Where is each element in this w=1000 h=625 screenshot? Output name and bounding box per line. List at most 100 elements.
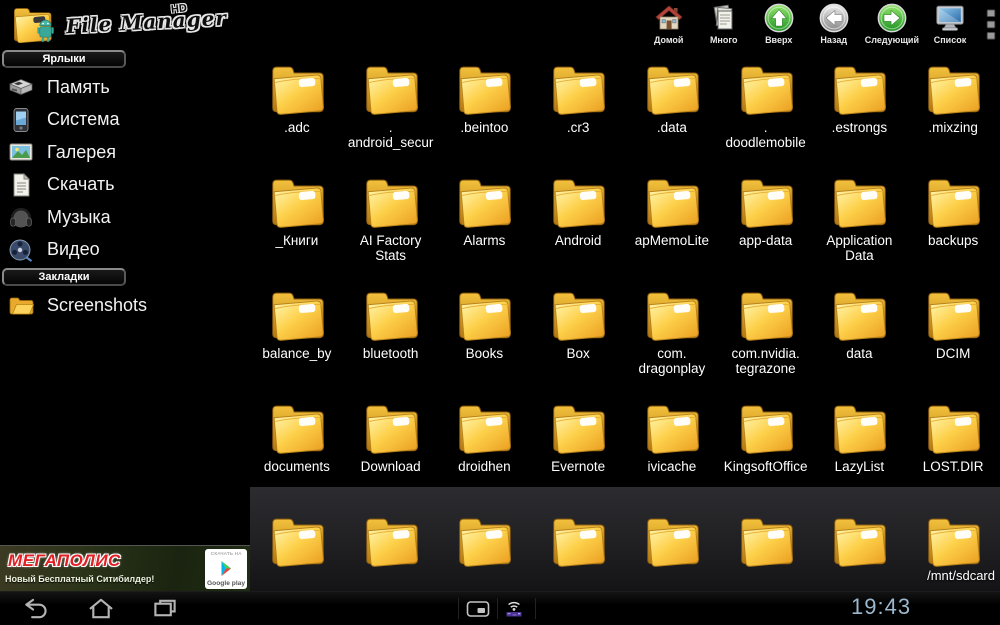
folder-label-line: Android [555,233,602,248]
folder-item[interactable]: Download [344,394,438,507]
toolbar-multi-button[interactable]: Много [698,2,750,45]
folder-label-line: ivicache [647,459,696,474]
folder-icon [639,58,705,119]
sidebar-item-download[interactable]: Скачать [0,169,250,202]
folder-label: LazyList [835,459,885,474]
folder-item[interactable]: bluetooth [344,281,438,394]
clock[interactable]: 19:43 [851,594,911,620]
folder-item[interactable]: _Книги [250,168,344,281]
folder-label-line: balance_by [262,346,331,361]
folder-item[interactable]: .beintoo [438,55,532,168]
toolbar-list-button[interactable]: Список [924,2,976,45]
folder-item[interactable] [813,507,907,592]
folder-icon [264,397,330,458]
sidebar-item-system[interactable]: Система [0,104,250,137]
sidebar-item-memory[interactable]: Память [0,71,250,104]
folder-item[interactable]: .doodlemobile [719,55,813,168]
folder-label-line: . [348,120,434,135]
folder-item[interactable]: .cr3 [531,55,625,168]
folder-icon [451,397,517,458]
toolbar-backc-button[interactable]: Назад [808,2,860,45]
folder-item[interactable]: .mixzing [906,55,1000,168]
folder-item[interactable]: droidhen [438,394,532,507]
folder-item[interactable]: LazyList [813,394,907,507]
folder-icon [358,171,424,232]
folder-label: app-data [739,233,792,248]
google-play-badge[interactable]: СКАЧАТЬ НА Google play [205,549,247,589]
folder-icon [545,284,611,345]
folder-label: .beintoo [460,120,508,135]
folder-item[interactable]: Android [531,168,625,281]
folder-item[interactable]: app-data [719,168,813,281]
folder-item[interactable]: ApplicationData [813,168,907,281]
sidebar-item-music[interactable]: Музыка [0,201,250,234]
nav-recents-button[interactable] [150,596,180,621]
android-robot-icon [36,18,55,43]
nav-home-button[interactable] [86,596,116,621]
folder-icon [358,397,424,458]
folder-item[interactable] [719,507,813,592]
overflow-menu-button[interactable] [986,9,996,41]
folder-label-line: .beintoo [460,120,508,135]
toolbar-home-button[interactable]: Домой [643,2,695,45]
folder-label: Books [466,346,504,361]
folder-item[interactable]: Evernote [531,394,625,507]
folder-label: .data [657,120,687,135]
folder-item[interactable] [531,507,625,592]
app-title-suffix: HD [170,2,187,16]
folder-item[interactable]: com.dragonplay [625,281,719,394]
home-icon [654,2,684,34]
divider [497,598,498,619]
file-grid-area: .adc.android_secur.beintoo.cr3.data.dood… [250,48,1000,592]
folder-item[interactable]: KingsoftOffice [719,394,813,507]
sidebar-item-label: Скачать [47,174,115,195]
toolbar-button-label: Следующий [865,35,919,45]
sidebar-item-video[interactable]: Видео [0,234,250,267]
folder-label: .doodlemobile [725,120,805,150]
folder-item[interactable]: .estrongs [813,55,907,168]
list-icon [934,2,966,34]
nav-back-button[interactable] [20,596,50,621]
folder-item[interactable]: Books [438,281,532,394]
folder-icon [920,397,986,458]
folder-item[interactable]: ivicache [625,394,719,507]
folder-label-line: documents [264,459,330,474]
folder-label: LOST.DIR [923,459,984,474]
folder-label: _Книги [275,233,318,248]
folder-item[interactable] [344,507,438,592]
folder-item[interactable]: .adc [250,55,344,168]
toolbar-next-button[interactable]: Следующий [863,2,921,45]
sidebar-item-gallery[interactable]: Галерея [0,136,250,169]
folder-item[interactable]: apMemoLite [625,168,719,281]
folder-item[interactable] [250,507,344,592]
folder-item[interactable]: backups [906,168,1000,281]
folder-icon [920,58,986,119]
folder-label: data [846,346,872,361]
folder-item[interactable]: DCIM [906,281,1000,394]
folder-label: Android [555,233,602,248]
ad-banner[interactable]: МЕГАПОЛИС Новый Бесплатный Ситибилдер! С… [0,545,250,592]
toolbar-button-label: Назад [820,35,847,45]
sdcard-notification-icon[interactable] [466,600,490,618]
folder-item[interactable]: Alarms [438,168,532,281]
badge-caption: СКАЧАТЬ НА [211,551,242,557]
sidebar-item-folderopen[interactable]: Screenshots [0,289,250,322]
folder-item[interactable]: LOST.DIR [906,394,1000,507]
folder-item[interactable]: .data [625,55,719,168]
folder-icon [451,171,517,232]
folder-label-line: android_secur [348,135,434,150]
folder-item[interactable]: Box [531,281,625,394]
folder-item[interactable] [625,507,719,592]
folder-item[interactable]: balance_by [250,281,344,394]
ad-title: МЕГАПОЛИС [8,551,121,571]
folder-item[interactable]: data [813,281,907,394]
folder-item[interactable]: .android_secur [344,55,438,168]
folder-item[interactable]: documents [250,394,344,507]
network-notification-icon[interactable] [502,600,526,618]
folder-item[interactable]: com.nvidia.tegrazone [719,281,813,394]
folder-label: KingsoftOffice [724,459,808,474]
folder-item[interactable]: AI FactoryStats [344,168,438,281]
folder-item[interactable] [438,507,532,592]
toolbar-up-button[interactable]: Вверх [753,2,805,45]
folder-icon [451,58,517,119]
